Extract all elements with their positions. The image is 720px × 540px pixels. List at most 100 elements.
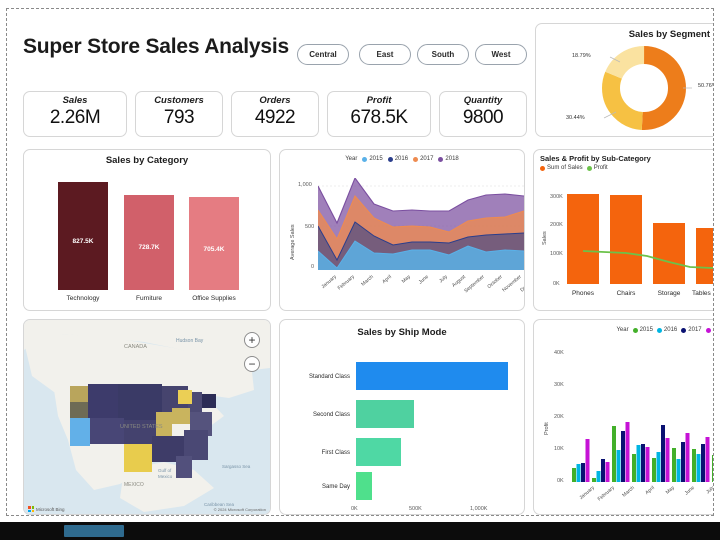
legend-swatch-icon: [540, 165, 545, 171]
category-axis-label: Office Supplies: [192, 295, 236, 302]
legend-label: 2017: [420, 156, 434, 162]
legend-label: 2016: [394, 156, 409, 162]
legend-item-2018[interactable]: 2018: [438, 156, 459, 162]
legend-item-2015[interactable]: 2015: [632, 327, 653, 333]
legend-swatch-icon: [632, 327, 638, 333]
legend-item-2017[interactable]: 2017: [413, 156, 433, 162]
legend-item-2016[interactable]: 2016: [387, 156, 409, 162]
category-bar-technology[interactable]: [58, 182, 108, 290]
shipmode-x-tick: 0K: [351, 506, 358, 512]
taskbar-window-button[interactable]: [64, 525, 124, 537]
subcategory-y-tick: 100K: [550, 251, 563, 257]
shipmode-axis-label: Standard Class: [308, 374, 350, 380]
dashboard-canvas: Super Store Sales Analysis Central East …: [6, 8, 714, 516]
legend-swatch-icon: [681, 327, 687, 333]
average-sales-card[interactable]: Year 2015 2016 2017 2018 Average Sales 1…: [279, 149, 525, 311]
shipmode-bar-same-day[interactable]: [356, 472, 372, 500]
subcategory-y-axis-title: Sales: [542, 231, 548, 245]
legend-item-2018[interactable]: 2018: [705, 327, 714, 333]
map-attribution-label: Microsoft Bing: [36, 506, 65, 512]
subcategory-axis-label: Tables: [692, 290, 711, 297]
shipmode-bar-second-class[interactable]: [356, 400, 414, 428]
card-title: Sales by Category: [105, 155, 189, 166]
page-title: Super Store Sales Analysis: [23, 35, 289, 58]
card-title: Sales by Ship Mode: [357, 327, 447, 338]
area-y-tick: 500: [305, 224, 315, 230]
region-filter-east[interactable]: East: [359, 44, 411, 65]
map-zoom-in-icon[interactable]: +: [244, 332, 260, 348]
kpi-card-orders[interactable]: Orders 4922: [231, 91, 319, 137]
svg-text:MEXICO: MEXICO: [124, 482, 144, 488]
legend-swatch-icon: [387, 156, 393, 162]
shipmode-axis-label: Same Day: [321, 484, 350, 490]
category-bar-label: 827.5K: [72, 238, 94, 245]
screen: Super Store Sales Analysis Central East …: [0, 0, 720, 540]
card-title: Sales by Segment: [628, 29, 710, 40]
category-axis-label: Furniture: [135, 295, 162, 302]
legend-title: Year: [345, 156, 358, 162]
category-bar-office-supplies[interactable]: [189, 197, 239, 290]
segment-value-homeoffice: 18.79%: [572, 53, 591, 59]
legend-item-2017[interactable]: 2017: [681, 327, 702, 333]
legend-label: 2018: [713, 327, 714, 333]
kpi-label: Orders: [259, 95, 291, 106]
kpi-card-customers[interactable]: Customers 793: [135, 91, 223, 137]
legend-swatch-icon: [586, 165, 592, 171]
area-chart-plot: [318, 178, 524, 270]
shipmode-axis-label: Second Class: [312, 412, 350, 418]
taskbar[interactable]: [0, 522, 720, 540]
profit-y-tick: 40K: [554, 350, 564, 356]
map-canvas[interactable]: Hudson Bay CANADA UNITED STATES MEXICO G…: [24, 320, 270, 514]
region-filter-central[interactable]: Central: [297, 44, 349, 65]
legend-swatch-icon: [413, 156, 419, 162]
subcategory-y-tick: 0K: [553, 281, 560, 287]
legend-item-sum-of-sales[interactable]: Sum of Sales: [540, 165, 583, 171]
profit-y-tick: 30K: [554, 382, 564, 388]
svg-text:UNITED STATES: UNITED STATES: [120, 424, 163, 430]
kpi-label: Customers: [154, 95, 204, 106]
category-bar-furniture[interactable]: [124, 195, 174, 290]
category-bar-label: 728.7K: [138, 244, 160, 251]
sales-profit-subcategory-card[interactable]: Sales & Profit by Sub-Category Sum of Sa…: [533, 149, 713, 311]
map-zoom-out-icon[interactable]: −: [244, 356, 260, 372]
kpi-value: 793: [163, 107, 195, 128]
subcategory-axis-label: Chairs: [616, 290, 636, 297]
legend-label: 2018: [445, 156, 459, 162]
region-filter-west[interactable]: West: [475, 44, 527, 65]
subcategory-legend: Sum of Sales Profit: [534, 165, 713, 171]
kpi-card-profit[interactable]: Profit 678.5K: [327, 91, 431, 137]
profit-grouped-bars: [572, 422, 713, 482]
kpi-card-sales[interactable]: Sales 2.26M: [23, 91, 127, 137]
profit-by-month-card[interactable]: Year 2015 2016 2017 2018 Profit 40K 30K …: [533, 319, 714, 515]
legend-label: 2015: [639, 327, 653, 333]
legend-item-profit[interactable]: Profit: [586, 165, 608, 171]
kpi-value: 9800: [462, 107, 504, 128]
sales-by-category-card[interactable]: Sales by Category 827.5K Technology 728.…: [23, 149, 271, 311]
kpi-card-quantity[interactable]: Quantity 9800: [439, 91, 527, 137]
microsoft-logo-icon: [28, 506, 34, 512]
kpi-value: 678.5K: [350, 107, 408, 128]
svg-text:CANADA: CANADA: [124, 344, 147, 350]
kpi-value: 4922: [254, 107, 296, 128]
kpi-label: Quantity: [463, 95, 503, 106]
subcategory-profit-line: [582, 250, 713, 269]
category-bar-label: 705.4K: [203, 246, 225, 253]
legend-item-2016[interactable]: 2016: [656, 327, 677, 333]
shipmode-bar-first-class[interactable]: [356, 438, 401, 466]
legend-item-2015[interactable]: 2015: [362, 156, 383, 162]
svg-text:Mexico: Mexico: [158, 474, 173, 479]
region-filter-south[interactable]: South: [417, 44, 469, 65]
sales-by-segment-card[interactable]: Sales by Segment 50.76% 18.79% 30.44%: [535, 23, 713, 137]
legend-label: Sum of Sales: [547, 165, 583, 171]
subcategory-y-tick: 200K: [550, 222, 563, 228]
subcategory-axis-label: Phones: [571, 290, 595, 297]
legend-swatch-icon: [656, 327, 662, 333]
legend-swatch-icon: [362, 156, 368, 162]
profit-y-tick: 20K: [554, 414, 564, 420]
map-copyright: © 2024 Microsoft Corporation: [213, 507, 266, 512]
sales-by-state-map-card[interactable]: Hudson Bay CANADA UNITED STATES MEXICO G…: [23, 319, 271, 515]
sales-by-ship-mode-card[interactable]: Sales by Ship Mode Standard Class Second…: [279, 319, 525, 515]
kpi-value: 2.26M: [49, 107, 101, 128]
shipmode-bar-standard-class[interactable]: [356, 362, 508, 390]
kpi-label: Profit: [366, 95, 392, 106]
